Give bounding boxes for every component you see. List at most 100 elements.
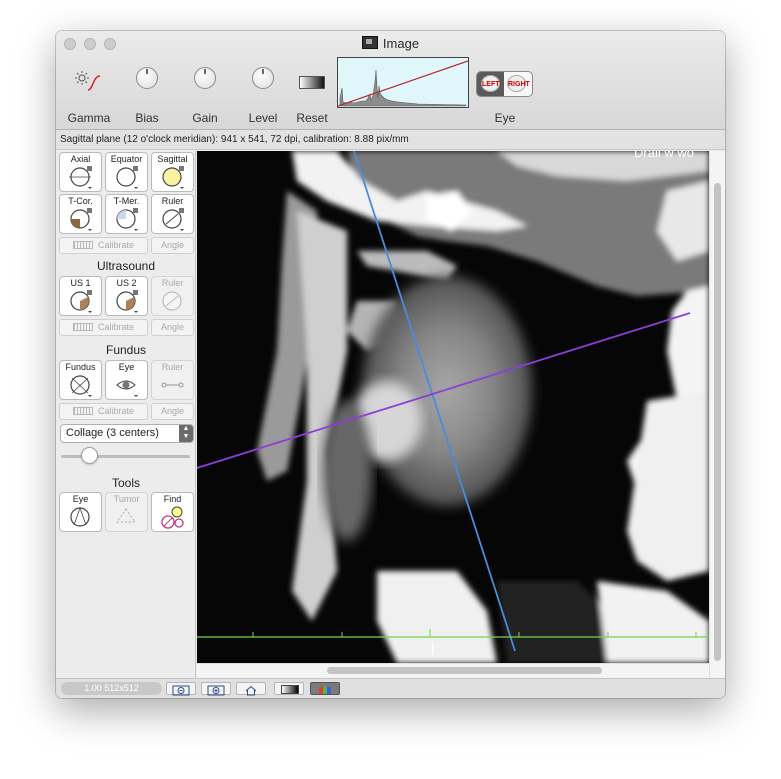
gain-knob[interactable] (194, 67, 216, 89)
horizontal-scroll-thumb[interactable] (327, 667, 602, 674)
us-ruler-label: Ruler (161, 278, 184, 288)
fundus-angle-label: Angle (160, 406, 185, 416)
bias-knob-icon (136, 67, 158, 89)
reset-label: Reset (296, 111, 328, 125)
us1-icon (70, 290, 92, 313)
gamma-icon (75, 71, 101, 91)
ruler-mini-icon (72, 241, 93, 249)
tool-tumor-label: Tumor (113, 494, 140, 504)
grayscale-button[interactable] (274, 682, 304, 695)
bias-knob[interactable] (136, 67, 158, 89)
us2-button[interactable]: US 2 (105, 276, 148, 316)
tool-eye-label: Eye (72, 494, 89, 504)
image-window: Image Gamma Bias Gain Level Reset LEFT R… (56, 31, 725, 698)
us2-icon (116, 290, 138, 313)
zoom-out-button[interactable] (166, 682, 196, 696)
fundus-calibrate-button[interactable]: Calibrate (59, 403, 148, 420)
zoom-in-icon (207, 685, 225, 696)
us1-button[interactable]: US 1 (59, 276, 102, 316)
fundus-ruler-icon (161, 382, 184, 388)
reset-button[interactable] (299, 76, 325, 89)
fundus-ruler-label: Ruler (161, 362, 184, 372)
left-eye-button[interactable]: LEFT (481, 75, 500, 92)
grayscale-gradient-icon (281, 685, 299, 694)
window-title: Image (56, 36, 725, 51)
gamma-label: Gamma (67, 111, 111, 125)
calibrate-button[interactable]: Calibrate (59, 237, 148, 254)
eye-toggle[interactable]: LEFT RIGHT (476, 71, 533, 97)
fundus-eye-button[interactable]: Eye (105, 360, 148, 400)
calibrate-label: Calibrate (97, 240, 135, 250)
home-icon (245, 685, 257, 696)
level-knob[interactable] (252, 67, 274, 89)
t-cor-label: T-Cor. (68, 196, 93, 206)
gradient-icon (299, 76, 325, 89)
tools-title: Tools (111, 476, 140, 490)
collage-select[interactable]: Collage (3 centers) ▲ ▼ (60, 424, 194, 443)
t-mer-icon (116, 208, 138, 231)
vertical-scroll-thumb[interactable] (714, 183, 721, 661)
axial-icon (69, 166, 92, 189)
tool-find-button[interactable]: Find (151, 492, 194, 532)
histogram-display[interactable] (337, 57, 469, 108)
angle-button[interactable]: Angle (151, 237, 194, 254)
fundus-angle-button[interactable]: Angle (151, 403, 194, 420)
collage-slider-thumb[interactable] (81, 447, 99, 464)
fundus-label: Fundus (65, 362, 96, 372)
us-calibrate-label: Calibrate (97, 322, 135, 332)
sagittal-view-button[interactable]: Sagittal (151, 152, 194, 192)
equator-icon (116, 166, 138, 189)
color-map-icon (319, 687, 331, 694)
tool-tumor-button[interactable]: Tumor (105, 492, 148, 532)
t-cor-icon (70, 208, 92, 231)
gamma-control[interactable] (74, 71, 104, 98)
us-angle-label: Angle (160, 322, 185, 332)
vertical-scrollbar[interactable] (709, 151, 725, 678)
histogram-bins (339, 69, 467, 107)
horizontal-scrollbar[interactable] (197, 663, 709, 678)
window-title-text: Image (382, 36, 420, 51)
sagittal-label: Sagittal (157, 154, 188, 164)
us-ruler-icon (162, 291, 182, 311)
equator-view-button[interactable]: Equator (105, 152, 148, 192)
zoom-in-button[interactable] (201, 682, 231, 696)
us1-label: US 1 (70, 278, 91, 288)
ruler-mini-icon (72, 323, 93, 331)
us-ruler-button[interactable]: Ruler (151, 276, 194, 316)
toolbar: Image Gamma Bias Gain Level Reset LEFT R… (56, 31, 725, 130)
tool-eye-button[interactable]: Eye (59, 492, 102, 532)
us-angle-button[interactable]: Angle (151, 319, 194, 336)
fundus-icon (70, 375, 92, 397)
tool-sidebar: Axial Equator Sagittal T-Cor. T-Mer. Rul… (56, 151, 196, 678)
document-icon (361, 36, 378, 49)
equator-label: Equator (110, 154, 143, 164)
image-viewport[interactable]: Drall w wo (197, 151, 709, 663)
bias-label: Bias (135, 111, 159, 125)
t-mer-label: T-Mer. (113, 196, 140, 206)
level-label: Level (248, 111, 278, 125)
right-eye-button[interactable]: RIGHT (507, 75, 530, 92)
image-info-bar: Sagittal plane (12 o'clock meridian): 94… (56, 130, 725, 150)
t-cor-view-button[interactable]: T-Cor. (59, 194, 102, 234)
ruler-icon (162, 208, 184, 231)
sagittal-icon (162, 166, 184, 189)
ct-scan-image: Drall w wo (197, 151, 709, 663)
fundus-ruler-button[interactable]: Ruler (151, 360, 194, 400)
tool-find-label: Find (163, 494, 182, 504)
gain-label: Gain (192, 111, 218, 125)
axial-view-button[interactable]: Axial (59, 152, 102, 192)
tumor-icon (116, 508, 136, 523)
fundus-button[interactable]: Fundus (59, 360, 102, 400)
axial-label: Axial (70, 154, 91, 164)
fundus-calibrate-label: Calibrate (97, 406, 135, 416)
t-mer-view-button[interactable]: T-Mer. (105, 194, 148, 234)
ruler-mini-icon (72, 407, 93, 415)
us-calibrate-button[interactable]: Calibrate (59, 319, 148, 336)
ruler-label: Ruler (161, 196, 184, 206)
home-button[interactable] (236, 682, 266, 696)
eye-icon (116, 380, 138, 397)
ruler-view-button[interactable]: Ruler (151, 194, 194, 234)
overlay-label: Drall w wo (634, 151, 694, 160)
color-map-button[interactable] (310, 682, 340, 695)
angle-label: Angle (160, 240, 185, 250)
